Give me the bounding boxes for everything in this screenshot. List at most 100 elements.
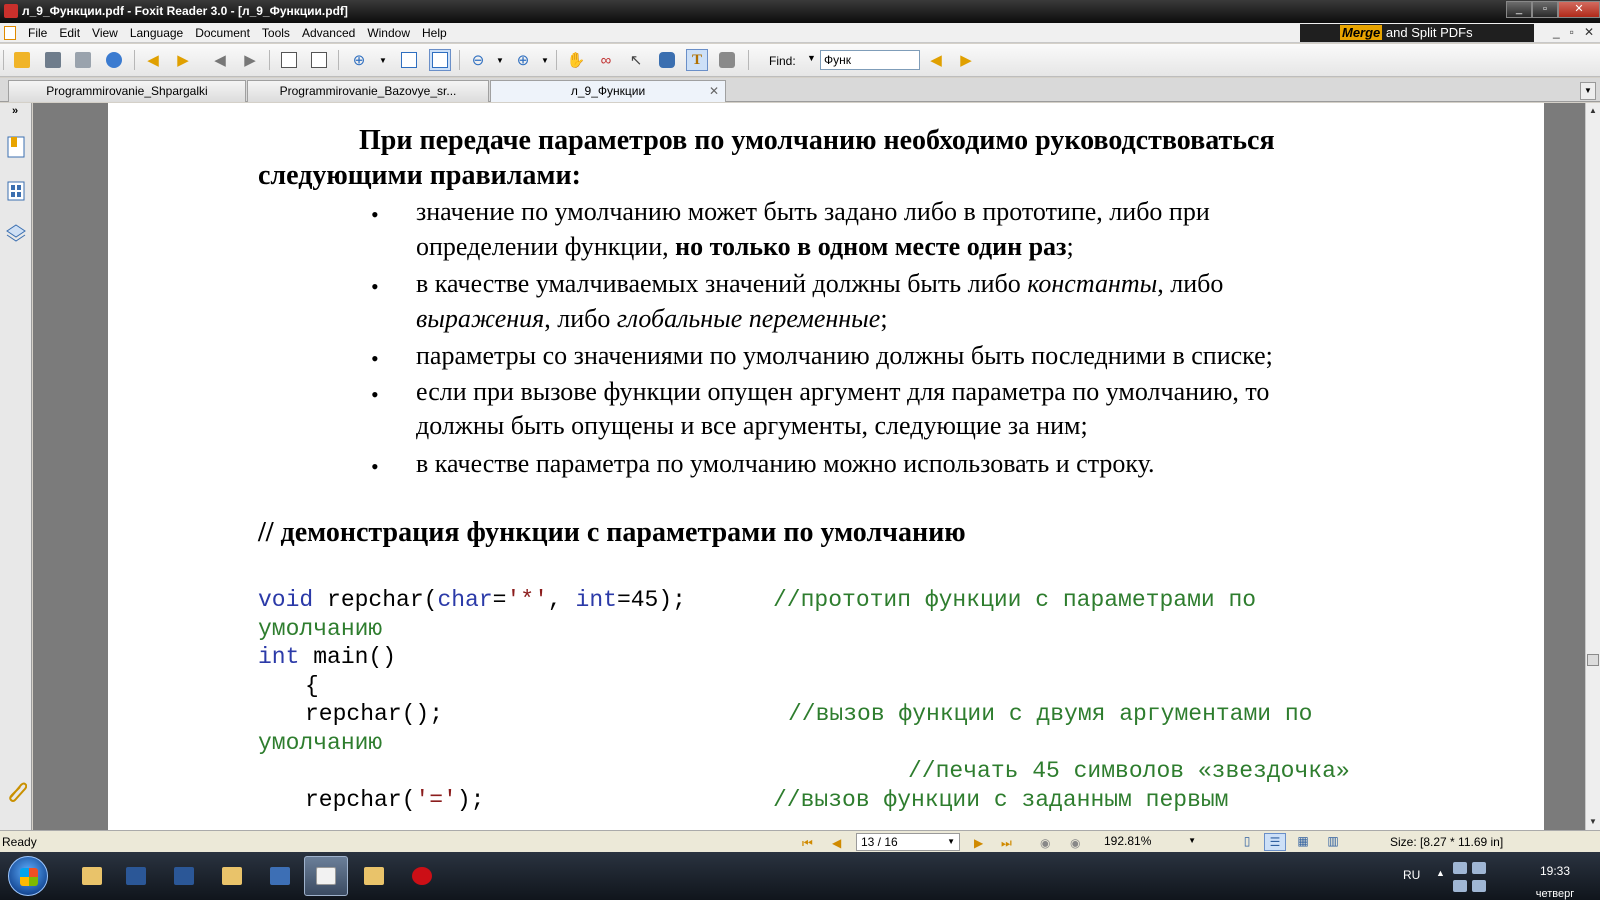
fit-page-icon[interactable] bbox=[398, 49, 420, 71]
rotate-left-icon[interactable] bbox=[278, 49, 300, 71]
close-button[interactable]: ✕ bbox=[1558, 1, 1600, 18]
find-options-arrow[interactable]: ▼ bbox=[807, 53, 816, 63]
taskbar-explorer[interactable] bbox=[70, 856, 114, 896]
vertical-scrollbar[interactable]: ▲ ▼ bbox=[1585, 103, 1600, 830]
zoom-plus-dropdown-icon[interactable]: ▼ bbox=[534, 49, 556, 71]
save-icon[interactable] bbox=[42, 49, 64, 71]
zoom-in-icon[interactable]: ⊕ bbox=[348, 49, 370, 71]
menu-view[interactable]: View bbox=[86, 25, 124, 41]
scroll-up-icon[interactable]: ▲ bbox=[1586, 103, 1600, 119]
zoom-field[interactable]: 192.81% ▼ bbox=[1100, 833, 1200, 851]
bullet-5-text: в качестве параметра по умолчанию можно … bbox=[416, 449, 1155, 478]
foxit-app-icon bbox=[4, 4, 18, 18]
open-icon[interactable] bbox=[11, 49, 33, 71]
menu-tools[interactable]: Tools bbox=[256, 25, 296, 41]
section-title: // демонстрация функции с параметрами по… bbox=[258, 517, 966, 548]
web-icon[interactable] bbox=[103, 49, 125, 71]
single-page-view-icon[interactable]: ▯ bbox=[1236, 833, 1258, 851]
print-icon[interactable] bbox=[72, 49, 94, 71]
layers-icon[interactable] bbox=[5, 221, 27, 245]
monitor-icon[interactable] bbox=[1472, 880, 1486, 892]
prev-page-status-icon[interactable]: ◀ bbox=[832, 836, 841, 850]
menu-window[interactable]: Window bbox=[361, 25, 416, 41]
next-page-status-icon[interactable]: ▶ bbox=[974, 836, 983, 850]
tray-expand-icon[interactable]: ▲ bbox=[1436, 868, 1445, 878]
panel-expand-icon[interactable]: » bbox=[12, 105, 18, 117]
text-select-icon[interactable]: T bbox=[686, 49, 708, 71]
taskbar-opera[interactable] bbox=[400, 856, 444, 896]
menu-help[interactable]: Help bbox=[416, 25, 453, 41]
volume-icon[interactable] bbox=[1472, 862, 1486, 874]
continuous-view-icon[interactable]: ☰ bbox=[1264, 833, 1286, 851]
doc-close-button[interactable]: ✕ bbox=[1584, 25, 1594, 39]
bookmarks-icon[interactable] bbox=[5, 135, 27, 159]
zoom-out-dropdown-icon[interactable]: ▼ bbox=[489, 49, 511, 71]
menu-edit[interactable]: Edit bbox=[53, 25, 86, 41]
menu-advanced[interactable]: Advanced bbox=[296, 25, 361, 41]
zoom-out-icon[interactable]: ⊖ bbox=[467, 49, 489, 71]
merge-split-banner[interactable]: Merge and Split PDFs bbox=[1300, 24, 1534, 42]
windows-logo-icon bbox=[20, 868, 38, 886]
rotate-right-icon[interactable] bbox=[308, 49, 330, 71]
language-indicator[interactable]: RU bbox=[1403, 868, 1420, 882]
glasses-icon[interactable]: ∞ bbox=[595, 49, 617, 71]
continuous-facing-view-icon[interactable]: ▥ bbox=[1322, 833, 1344, 851]
select-arrow-icon[interactable]: ↖ bbox=[625, 49, 647, 71]
foxit-icon bbox=[316, 867, 336, 885]
zoom-dropdown-icon[interactable]: ▼ bbox=[372, 49, 394, 71]
first-page-icon[interactable]: ⏮ bbox=[802, 836, 813, 851]
find-prev-icon[interactable]: ◀ bbox=[925, 49, 947, 71]
find-next-icon[interactable]: ▶ bbox=[955, 49, 977, 71]
doc-minimize-button[interactable]: _ bbox=[1553, 25, 1560, 39]
taskbar-folder-2[interactable] bbox=[352, 856, 396, 896]
last-page-icon[interactable]: ⏭ bbox=[1001, 836, 1012, 851]
bullet-4-line-1: если при вызове функции опущен аргумент … bbox=[416, 377, 1270, 406]
minimize-button[interactable]: _ bbox=[1506, 1, 1532, 18]
forward-view-icon[interactable]: ◉ bbox=[1070, 836, 1080, 850]
network-icon[interactable] bbox=[1453, 862, 1467, 874]
page-dropdown-icon[interactable]: ▼ bbox=[947, 834, 955, 850]
fit-width-icon[interactable] bbox=[429, 49, 451, 71]
taskbar-app[interactable] bbox=[258, 856, 302, 896]
taskbar-word-1[interactable] bbox=[114, 856, 158, 896]
code-line-8: repchar('='); bbox=[305, 787, 484, 813]
usb-icon[interactable] bbox=[1453, 880, 1467, 892]
start-button[interactable] bbox=[8, 856, 48, 896]
taskbar-folder-1[interactable] bbox=[210, 856, 254, 896]
back-icon[interactable]: ◀ bbox=[209, 49, 231, 71]
tab-list-dropdown[interactable]: ▼ bbox=[1580, 82, 1596, 100]
menu-document[interactable]: Document bbox=[189, 25, 256, 41]
zoom-level-dropdown-icon[interactable]: ▼ bbox=[1188, 833, 1196, 849]
find-input[interactable] bbox=[820, 50, 920, 70]
hand-icon[interactable]: ✋ bbox=[565, 49, 587, 71]
taskbar-word-2[interactable] bbox=[162, 856, 206, 896]
attachment-icon[interactable] bbox=[5, 779, 28, 803]
taskbar-foxit[interactable] bbox=[304, 856, 348, 896]
facing-view-icon[interactable]: ▦ bbox=[1292, 833, 1314, 851]
code-text: =45); bbox=[616, 587, 686, 613]
binoculars-icon[interactable] bbox=[656, 49, 678, 71]
scroll-down-icon[interactable]: ▼ bbox=[1586, 814, 1600, 830]
tab-functions[interactable]: л_9_Функции ✕ bbox=[490, 80, 726, 102]
clock-time[interactable]: 19:33 bbox=[1520, 864, 1590, 878]
code-comment: умолчанию bbox=[258, 730, 383, 756]
page-number-field[interactable]: 13 / 16 ▼ bbox=[856, 833, 960, 851]
bullet-2-line-2: выражения, либо глобальные переменные; bbox=[416, 304, 888, 334]
prev-page-icon[interactable]: ◀ bbox=[142, 49, 164, 71]
tab-close-icon[interactable]: ✕ bbox=[709, 81, 719, 101]
doc-restore-button[interactable]: ▫ bbox=[1570, 25, 1574, 39]
menu-file[interactable]: File bbox=[22, 25, 53, 41]
next-page-icon[interactable]: ▶ bbox=[172, 49, 194, 71]
tab-bazovye[interactable]: Programmirovanie_Bazovye_sr... bbox=[247, 80, 489, 102]
snapshot-icon[interactable] bbox=[716, 49, 738, 71]
scroll-thumb[interactable] bbox=[1587, 654, 1599, 666]
forward-icon[interactable]: ▶ bbox=[239, 49, 261, 71]
menu-language[interactable]: Language bbox=[124, 25, 189, 41]
maximize-button[interactable]: ▫ bbox=[1532, 1, 1558, 18]
b1-normal: определении функции, bbox=[416, 232, 676, 261]
tab-shpargalki[interactable]: Programmirovanie_Shpargalki bbox=[8, 80, 246, 102]
pages-icon[interactable] bbox=[5, 179, 27, 203]
back-view-icon[interactable]: ◉ bbox=[1040, 836, 1050, 850]
document-viewport[interactable]: При передаче параметров по умолчанию нео… bbox=[33, 103, 1585, 830]
zoom-plus-icon[interactable]: ⊕ bbox=[512, 49, 534, 71]
